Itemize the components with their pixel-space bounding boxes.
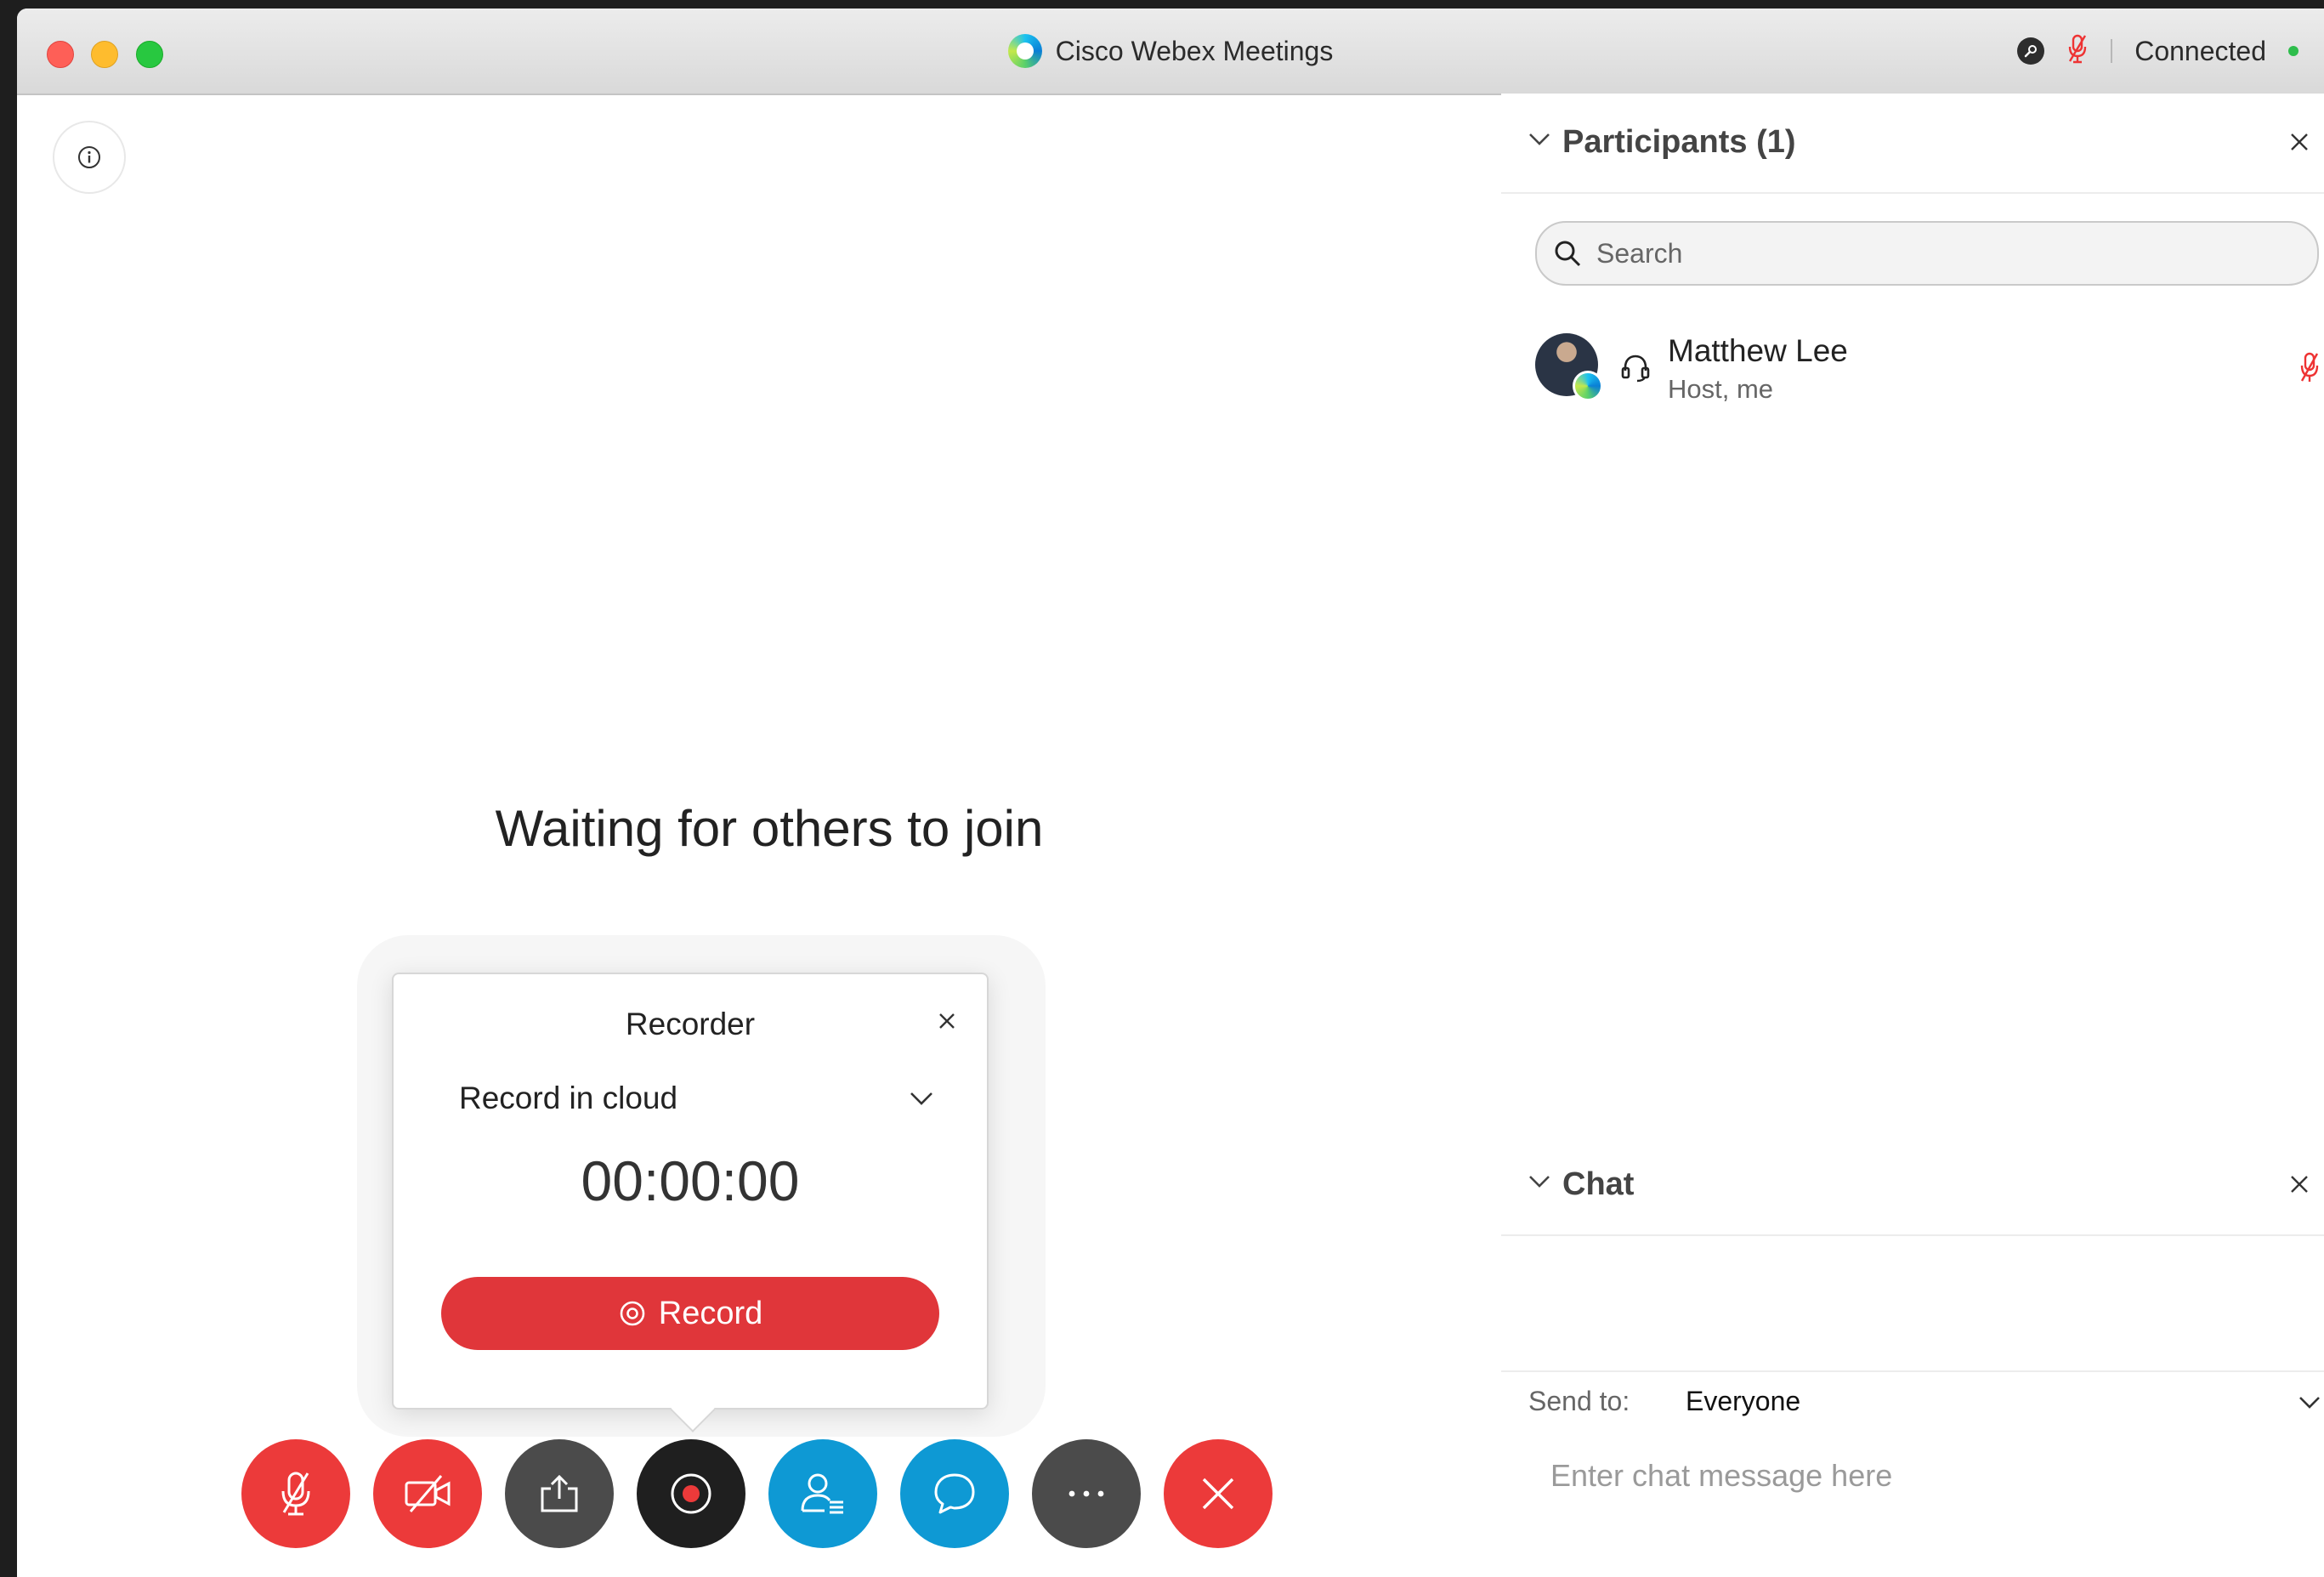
- share-icon: [541, 1474, 578, 1512]
- title-group: Cisco Webex Meetings: [17, 9, 2324, 94]
- more-button[interactable]: [1032, 1439, 1141, 1548]
- webex-logo-icon: [1007, 34, 1042, 68]
- start-recording-label: Record: [658, 1295, 763, 1331]
- close-icon[interactable]: [2285, 1170, 2314, 1199]
- close-icon[interactable]: [2285, 128, 2314, 156]
- send-to-select[interactable]: Everyone: [1686, 1386, 1800, 1417]
- title-bar: Cisco Webex Meetings Connected: [17, 9, 2324, 95]
- record-button[interactable]: [637, 1439, 745, 1548]
- chat-icon: [934, 1473, 975, 1514]
- meeting-info-button[interactable]: [53, 121, 126, 194]
- close-icon: [1202, 1478, 1234, 1510]
- headset-icon: [1621, 355, 1650, 383]
- lock-icon[interactable]: [2017, 37, 2045, 65]
- meeting-control-bar: [241, 1439, 1273, 1548]
- connection-status: Connected: [2134, 35, 2266, 66]
- record-icon: [620, 1301, 645, 1326]
- chevron-down-icon[interactable]: [2297, 1394, 2322, 1411]
- participant-search[interactable]: [1535, 221, 2319, 286]
- send-to-label: Send to:: [1528, 1386, 1630, 1416]
- divider: [1501, 1370, 2324, 1372]
- waiting-message: Waiting for others to join: [495, 800, 1044, 857]
- webex-window: Cisco Webex Meetings Connected Waiting f…: [17, 9, 2324, 1577]
- participants-icon: [801, 1473, 843, 1514]
- recorder-popover: Recorder Record in cloud 00:00:00 Record: [392, 973, 989, 1432]
- chat-message-input[interactable]: [1549, 1457, 2300, 1495]
- muted-mic-icon: [281, 1472, 310, 1516]
- recorder-title: Recorder: [625, 1007, 756, 1041]
- title-bar-status: Connected: [2017, 9, 2298, 94]
- avatar: [1535, 333, 1603, 401]
- record-icon: [671, 1473, 711, 1514]
- leave-button[interactable]: [1164, 1439, 1273, 1548]
- record-mode-select[interactable]: Record in cloud: [459, 1076, 934, 1120]
- info-icon: [78, 146, 100, 168]
- recorder-close-button[interactable]: [932, 1007, 961, 1035]
- divider: [2111, 39, 2113, 63]
- chat-button[interactable]: [900, 1439, 1009, 1548]
- participants-title: Participants (1): [1562, 124, 1796, 160]
- recording-timer: 00:00:00: [581, 1149, 800, 1212]
- muted-mic-icon[interactable]: [2298, 352, 2321, 384]
- participant-name: Matthew Lee: [1668, 333, 1848, 368]
- connection-status-dot: [2288, 46, 2298, 56]
- participant-row[interactable]: Matthew Lee Host, me: [1535, 325, 2324, 420]
- chevron-down-icon[interactable]: [1527, 1173, 1552, 1190]
- side-panel: Participants (1) Matthew Lee Host, me Ch…: [1501, 94, 2324, 1577]
- more-icon: [1068, 1490, 1104, 1497]
- window-title: Cisco Webex Meetings: [1055, 35, 1334, 66]
- chevron-down-icon: [910, 1092, 932, 1105]
- participants-button[interactable]: [768, 1439, 877, 1548]
- webex-logo-icon: [1573, 371, 1603, 401]
- search-icon: [1555, 241, 1581, 267]
- share-button[interactable]: [505, 1439, 614, 1548]
- mute-button[interactable]: [241, 1439, 350, 1548]
- record-mode-value: Record in cloud: [459, 1081, 678, 1115]
- video-button[interactable]: [373, 1439, 482, 1548]
- chat-title: Chat: [1562, 1166, 1635, 1202]
- search-input[interactable]: [1595, 236, 2223, 270]
- close-icon: [939, 1013, 955, 1029]
- chat-header: Chat: [1501, 1136, 2324, 1236]
- participant-role: Host, me: [1668, 374, 1774, 404]
- participants-header: Participants (1): [1501, 94, 2324, 194]
- muted-mic-icon[interactable]: [2066, 34, 2089, 69]
- chevron-down-icon[interactable]: [1527, 131, 1552, 148]
- video-off-icon: [405, 1475, 451, 1512]
- start-recording-button[interactable]: Record: [441, 1277, 939, 1350]
